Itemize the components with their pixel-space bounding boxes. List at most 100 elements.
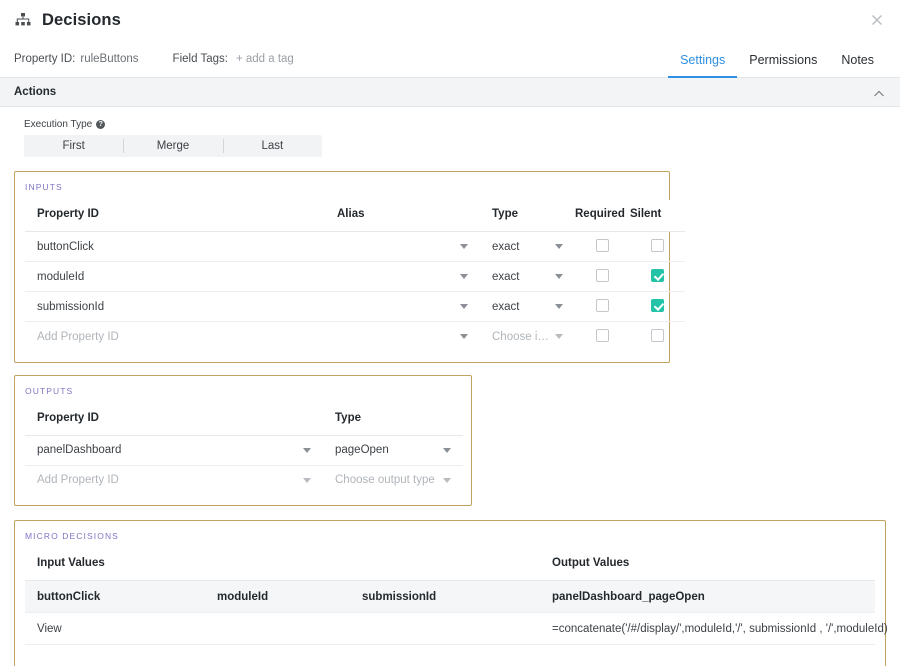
output-type-cell[interactable]: Choose output type (323, 465, 463, 495)
chevron-down-icon[interactable] (555, 304, 563, 309)
outputs-table: Property ID Type panelDashboard pageOpen… (25, 403, 463, 496)
chevron-down-icon[interactable] (460, 244, 468, 249)
page-title: Decisions (42, 10, 121, 29)
silent-checkbox[interactable] (651, 298, 664, 312)
execution-type-last[interactable]: Last (222, 135, 322, 157)
subheader-buttonclick: buttonClick (25, 580, 205, 613)
input-property-id-value: buttonClick (37, 240, 94, 253)
input-type-cell[interactable]: exact (480, 291, 575, 322)
col-type: Type (480, 200, 575, 232)
inputs-table: Property ID Alias Type Required Silent b… (25, 200, 685, 352)
required-checkbox[interactable] (596, 328, 609, 342)
group-header-input-values: Input Values (25, 549, 541, 581)
input-alias-cell[interactable] (325, 322, 480, 352)
chevron-down-icon[interactable] (555, 274, 563, 279)
input-type-value: Choose i… (492, 330, 549, 343)
property-id-label: Property ID: (14, 52, 76, 65)
input-property-id-cell[interactable]: moduleId (25, 261, 325, 292)
output-property-id-value: panelDashboard (37, 444, 122, 456)
col-output-property-id: Property ID (25, 403, 323, 436)
tab-permissions[interactable]: Permissions (737, 53, 829, 78)
chevron-down-icon[interactable] (460, 274, 468, 279)
micro-moduleid-cell[interactable] (205, 612, 350, 645)
micro-group-header-row: Input Values Output Values (25, 549, 876, 581)
input-required-cell (575, 231, 630, 262)
tab-notes[interactable]: Notes (829, 53, 886, 78)
input-alias-cell[interactable] (325, 261, 480, 292)
micro-submissionid-cell[interactable] (350, 612, 541, 645)
add-output-property-id-input[interactable]: Add Property ID (37, 474, 119, 486)
required-checkbox[interactable] (596, 298, 609, 312)
actions-accordion-header[interactable]: Actions (0, 78, 900, 107)
input-required-cell (575, 291, 630, 322)
input-type-value: exact (492, 300, 520, 313)
table-row: moduleId exact (25, 261, 685, 292)
meta-row: Property ID: ruleButtons Field Tags: + a… (0, 40, 900, 78)
chevron-down-icon[interactable] (460, 304, 468, 309)
property-id-value: ruleButtons (80, 52, 139, 65)
output-property-id-cell[interactable]: panelDashboard (25, 435, 323, 466)
col-output-type: Type (323, 403, 463, 436)
output-type-cell[interactable]: pageOpen (323, 435, 463, 466)
input-alias-cell[interactable] (325, 231, 480, 262)
inputs-panel: INPUTS Property ID Alias Type Required S… (14, 171, 685, 363)
execution-type-label: Execution Type (24, 119, 93, 130)
chevron-down-icon[interactable] (460, 334, 468, 340)
execution-type-segmented-control: First Merge Last (24, 135, 322, 157)
input-property-id-cell[interactable]: submissionId (25, 291, 325, 322)
input-type-cell[interactable]: Choose i… (480, 322, 575, 352)
tab-bar: Settings Permissions Notes (668, 40, 886, 78)
subheader-output: panelDashboard_pageOpen (540, 580, 876, 613)
required-checkbox[interactable] (596, 238, 609, 252)
output-property-id-cell[interactable]: Add Property ID (25, 465, 323, 495)
required-checkbox[interactable] (596, 268, 609, 282)
close-icon[interactable] (868, 11, 886, 29)
micro-buttonclick-cell[interactable] (25, 645, 205, 666)
input-silent-cell (630, 322, 685, 352)
silent-checkbox[interactable] (651, 328, 664, 342)
table-row: View =concatenate('/#/display/',moduleId… (25, 612, 888, 645)
chevron-down-icon[interactable] (443, 447, 451, 453)
add-tag-button[interactable]: + add a tag (236, 53, 294, 65)
window-titlebar: Decisions (0, 0, 900, 40)
execution-type-first[interactable]: First (24, 135, 123, 157)
chevron-down-icon[interactable] (303, 477, 311, 483)
micro-moduleid-cell[interactable] (205, 645, 350, 666)
input-type-cell[interactable]: exact (480, 231, 575, 262)
micro-output-formula-cell[interactable]: =concatenate('/#/display/',moduleId,'/',… (540, 612, 888, 645)
input-type-value: exact (492, 240, 520, 253)
outputs-legend: OUTPUTS (25, 385, 74, 396)
table-row: panelDashboard pageOpen (25, 435, 463, 466)
chevron-up-icon[interactable] (872, 87, 886, 106)
chevron-down-icon[interactable] (303, 447, 311, 453)
execution-type-merge[interactable]: Merge (123, 135, 222, 157)
input-required-cell (575, 261, 630, 292)
input-property-id-cell[interactable]: buttonClick (25, 231, 325, 262)
subheader-moduleid: moduleId (205, 580, 350, 613)
table-row (25, 645, 875, 666)
input-silent-cell (630, 231, 685, 262)
help-icon[interactable]: ? (96, 120, 106, 129)
table-row: submissionId exact (25, 291, 685, 322)
silent-checkbox[interactable] (651, 268, 664, 282)
input-silent-cell (630, 261, 685, 292)
col-silent: Silent (630, 200, 685, 232)
add-property-id-input[interactable]: Add Property ID (37, 331, 119, 343)
chevron-down-icon[interactable] (555, 334, 563, 340)
input-type-cell[interactable]: exact (480, 261, 575, 292)
outputs-panel: OUTPUTS Property ID Type panelDashboard … (14, 374, 472, 506)
input-silent-cell (630, 291, 685, 322)
input-property-id-value: moduleId (37, 270, 85, 283)
silent-checkbox[interactable] (651, 238, 664, 252)
input-property-id-cell[interactable]: Add Property ID (25, 322, 325, 352)
field-tags-label: Field Tags: (172, 52, 228, 65)
chevron-down-icon[interactable] (555, 244, 563, 249)
col-required: Required (575, 200, 630, 232)
micro-output-formula-cell[interactable] (540, 645, 875, 666)
chevron-down-icon[interactable] (443, 477, 451, 483)
micro-buttonclick-cell[interactable]: View (25, 612, 205, 645)
inputs-header-row: Property ID Alias Type Required Silent (25, 200, 685, 232)
micro-submissionid-cell[interactable] (350, 645, 540, 666)
tab-settings[interactable]: Settings (668, 53, 738, 78)
input-alias-cell[interactable] (325, 291, 480, 322)
